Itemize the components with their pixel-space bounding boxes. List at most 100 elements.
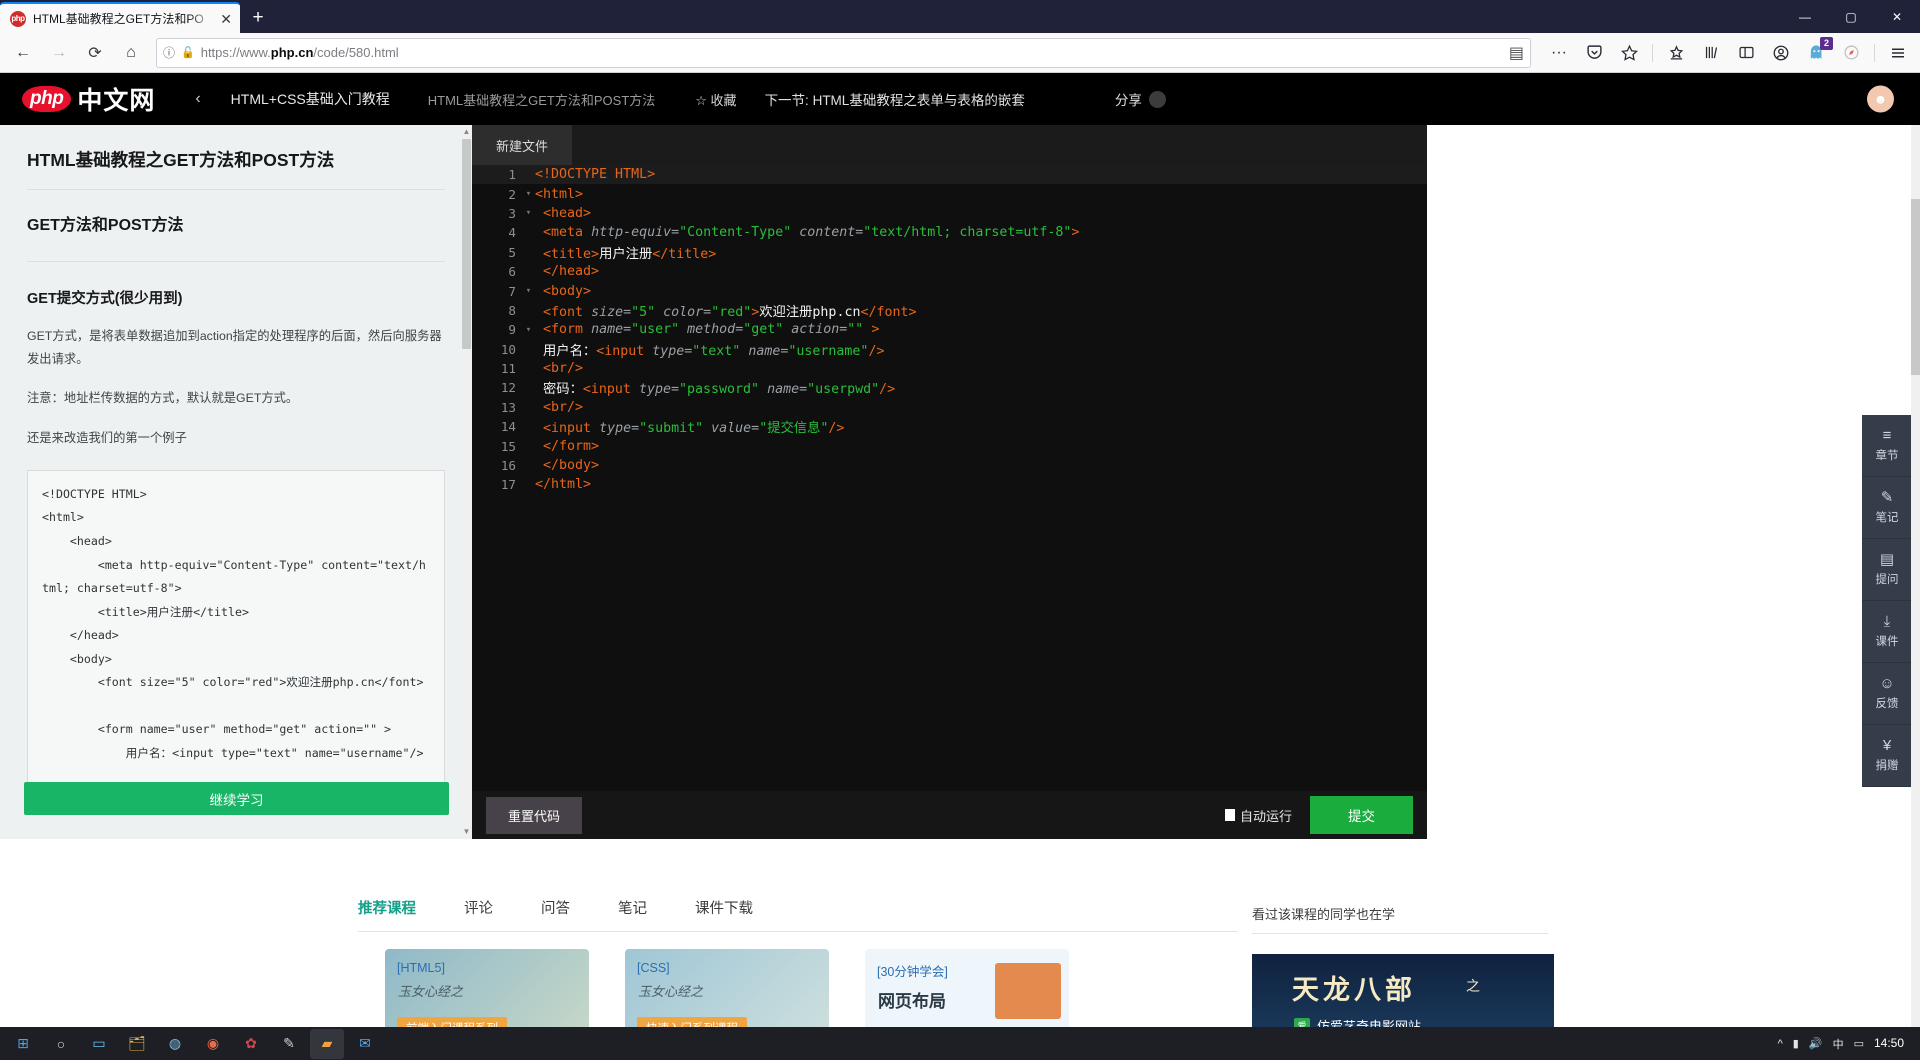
tray-battery-icon[interactable]: ▭: [1854, 1037, 1864, 1050]
code-line[interactable]: 1<!DOCTYPE HTML>: [472, 165, 1427, 184]
editor-file-tab[interactable]: 新建文件: [472, 125, 572, 165]
browser-icon[interactable]: ◍: [158, 1029, 192, 1059]
scroll-up-icon[interactable]: ▲: [461, 125, 472, 139]
continue-study-button[interactable]: 继续学习: [24, 782, 449, 815]
code-line[interactable]: 15 </form>: [472, 436, 1427, 455]
pocket-save-icon[interactable]: [1660, 38, 1692, 68]
reset-code-button[interactable]: 重置代码: [486, 797, 582, 834]
page-scroll-thumb[interactable]: [1911, 199, 1920, 375]
window-maximize-button[interactable]: ▢: [1828, 0, 1874, 33]
tab-close-icon[interactable]: ✕: [220, 12, 232, 26]
account-icon[interactable]: [1765, 38, 1797, 68]
code-line[interactable]: 7▾ <body>: [472, 281, 1427, 300]
back-button[interactable]: ←: [6, 38, 40, 68]
tab-评论[interactable]: 评论: [464, 897, 493, 918]
code-line[interactable]: 17</html>: [472, 475, 1427, 494]
search-icon[interactable]: ○: [44, 1029, 78, 1059]
browser-tab[interactable]: php HTML基础教程之GET方法和PO ✕: [0, 2, 240, 33]
editor-icon[interactable]: ▰: [310, 1029, 344, 1059]
line-text: </html>: [535, 477, 591, 492]
tab-推荐课程[interactable]: 推荐课程: [358, 897, 416, 918]
tray-sound-icon[interactable]: 🔊: [1809, 1037, 1823, 1050]
wechat-icon[interactable]: [1149, 91, 1166, 108]
page-actions-icon[interactable]: ···: [1543, 38, 1575, 68]
site-logo[interactable]: php 中文网: [22, 81, 155, 117]
tool-笔记[interactable]: ✎笔记: [1862, 477, 1912, 539]
tray-network-icon[interactable]: ▮: [1793, 1037, 1799, 1050]
article-scrollbar[interactable]: ▲ ▼: [461, 125, 472, 839]
start-icon[interactable]: ⊞: [6, 1029, 40, 1059]
reload-button[interactable]: ⟳: [78, 38, 112, 68]
tool-反馈[interactable]: ☺反馈: [1862, 663, 1912, 725]
code-line[interactable]: 4 <meta http-equiv="Content-Type" conten…: [472, 223, 1427, 242]
browser-toolbar-icons: ···: [1539, 38, 1914, 68]
compass-icon[interactable]: [1835, 38, 1867, 68]
fold-toggle-icon[interactable]: ▾: [522, 189, 535, 199]
app-icon[interactable]: ✿: [234, 1029, 268, 1059]
header-next-lesson-link[interactable]: 下一节: HTML基础教程之表单与表格的嵌套: [765, 89, 1025, 109]
header-course-link[interactable]: HTML+CSS基础入门教程: [231, 89, 390, 109]
code-line[interactable]: 10 用户名：<input type="text" name="username…: [472, 340, 1427, 359]
url-bar[interactable]: ⓘ 🔓 https://www.php.cn/code/580.html ▤: [156, 38, 1531, 68]
menu-icon[interactable]: [1882, 38, 1914, 68]
code-line[interactable]: 13 <br/>: [472, 398, 1427, 417]
code-line[interactable]: 11 <br/>: [472, 359, 1427, 378]
scroll-thumb[interactable]: [462, 139, 471, 349]
mail-icon[interactable]: ✉: [348, 1029, 382, 1059]
code-line[interactable]: 16 </body>: [472, 456, 1427, 475]
new-tab-button[interactable]: +: [240, 2, 276, 33]
code-line[interactable]: 5 <title>用户注册</title>: [472, 243, 1427, 262]
sidebar-icon[interactable]: [1730, 38, 1762, 68]
header-back-arrow-icon[interactable]: ‹: [195, 90, 200, 108]
tab-问答[interactable]: 问答: [541, 897, 570, 918]
tab-课件下载[interactable]: 课件下载: [695, 897, 753, 918]
tray-ime-icon[interactable]: 中: [1833, 1036, 1844, 1052]
tool-label: 课件: [1876, 633, 1899, 649]
forward-button[interactable]: →: [42, 38, 76, 68]
home-button[interactable]: ⌂: [114, 38, 148, 68]
tray-expand-icon[interactable]: ^: [1778, 1038, 1783, 1050]
tool-课件[interactable]: ⤓课件: [1862, 601, 1912, 663]
header-favorite-button[interactable]: ☆ 收藏: [695, 90, 736, 109]
code-line[interactable]: 6 </head>: [472, 262, 1427, 281]
code-line[interactable]: 8 <font size="5" color="red">欢迎注册php.cn<…: [472, 301, 1427, 320]
extension-badge: 2: [1820, 37, 1833, 50]
ghost-extension-icon[interactable]: 2: [1800, 38, 1832, 68]
autorun-checkbox[interactable]: 自动运行: [1225, 806, 1292, 825]
editor-code-area[interactable]: 1<!DOCTYPE HTML>2▾<html>3▾ <head>4 <meta…: [472, 165, 1427, 791]
avatar[interactable]: ☻: [1867, 86, 1894, 113]
taskbar-clock[interactable]: 14:50: [1874, 1037, 1904, 1051]
page-title: HTML基础教程之GET方法和POST方法: [27, 147, 445, 190]
code-line[interactable]: 12 密码：<input type="password" name="userp…: [472, 378, 1427, 397]
chrome-icon[interactable]: ◉: [196, 1029, 230, 1059]
reader-mode-icon[interactable]: ▤: [1509, 43, 1524, 63]
browser-navbar: ← → ⟳ ⌂ ⓘ 🔓 https://www.php.cn/code/580.…: [0, 33, 1920, 73]
code-line[interactable]: 2▾<html>: [472, 184, 1427, 203]
tool-label: 捐赠: [1876, 757, 1899, 773]
code-line[interactable]: 14 <input type="submit" value="提交信息"/>: [472, 417, 1427, 436]
scroll-down-icon[interactable]: ▼: [461, 825, 472, 839]
header-current-lesson[interactable]: HTML基础教程之GET方法和POST方法: [428, 90, 656, 109]
tool-章节[interactable]: ≡章节: [1862, 415, 1912, 477]
tool-捐赠[interactable]: ¥捐赠: [1862, 725, 1912, 787]
library-icon[interactable]: [1695, 38, 1727, 68]
tool-icon[interactable]: ✎: [272, 1029, 306, 1059]
submit-button[interactable]: 提交: [1310, 796, 1413, 834]
header-share-button[interactable]: 分享: [1115, 89, 1166, 109]
fold-toggle-icon[interactable]: ▾: [522, 325, 535, 335]
window-close-button[interactable]: ✕: [1874, 0, 1920, 33]
window-minimize-button[interactable]: —: [1782, 0, 1828, 33]
checkbox-box[interactable]: [1225, 809, 1235, 821]
page-info-icon[interactable]: ⓘ: [163, 44, 175, 61]
code-line[interactable]: 9▾ <form name="user" method="get" action…: [472, 320, 1427, 339]
page-scrollbar[interactable]: [1911, 125, 1920, 1060]
explorer-icon[interactable]: 🗂: [120, 1029, 154, 1059]
tab-笔记[interactable]: 笔记: [618, 897, 647, 918]
tool-提问[interactable]: ▤提问: [1862, 539, 1912, 601]
pocket-icon[interactable]: [1578, 38, 1610, 68]
fold-toggle-icon[interactable]: ▾: [522, 208, 535, 218]
taskview-icon[interactable]: ▭: [82, 1029, 116, 1059]
bookmark-star-icon[interactable]: [1613, 38, 1645, 68]
code-line[interactable]: 3▾ <head>: [472, 204, 1427, 223]
fold-toggle-icon[interactable]: ▾: [522, 286, 535, 296]
